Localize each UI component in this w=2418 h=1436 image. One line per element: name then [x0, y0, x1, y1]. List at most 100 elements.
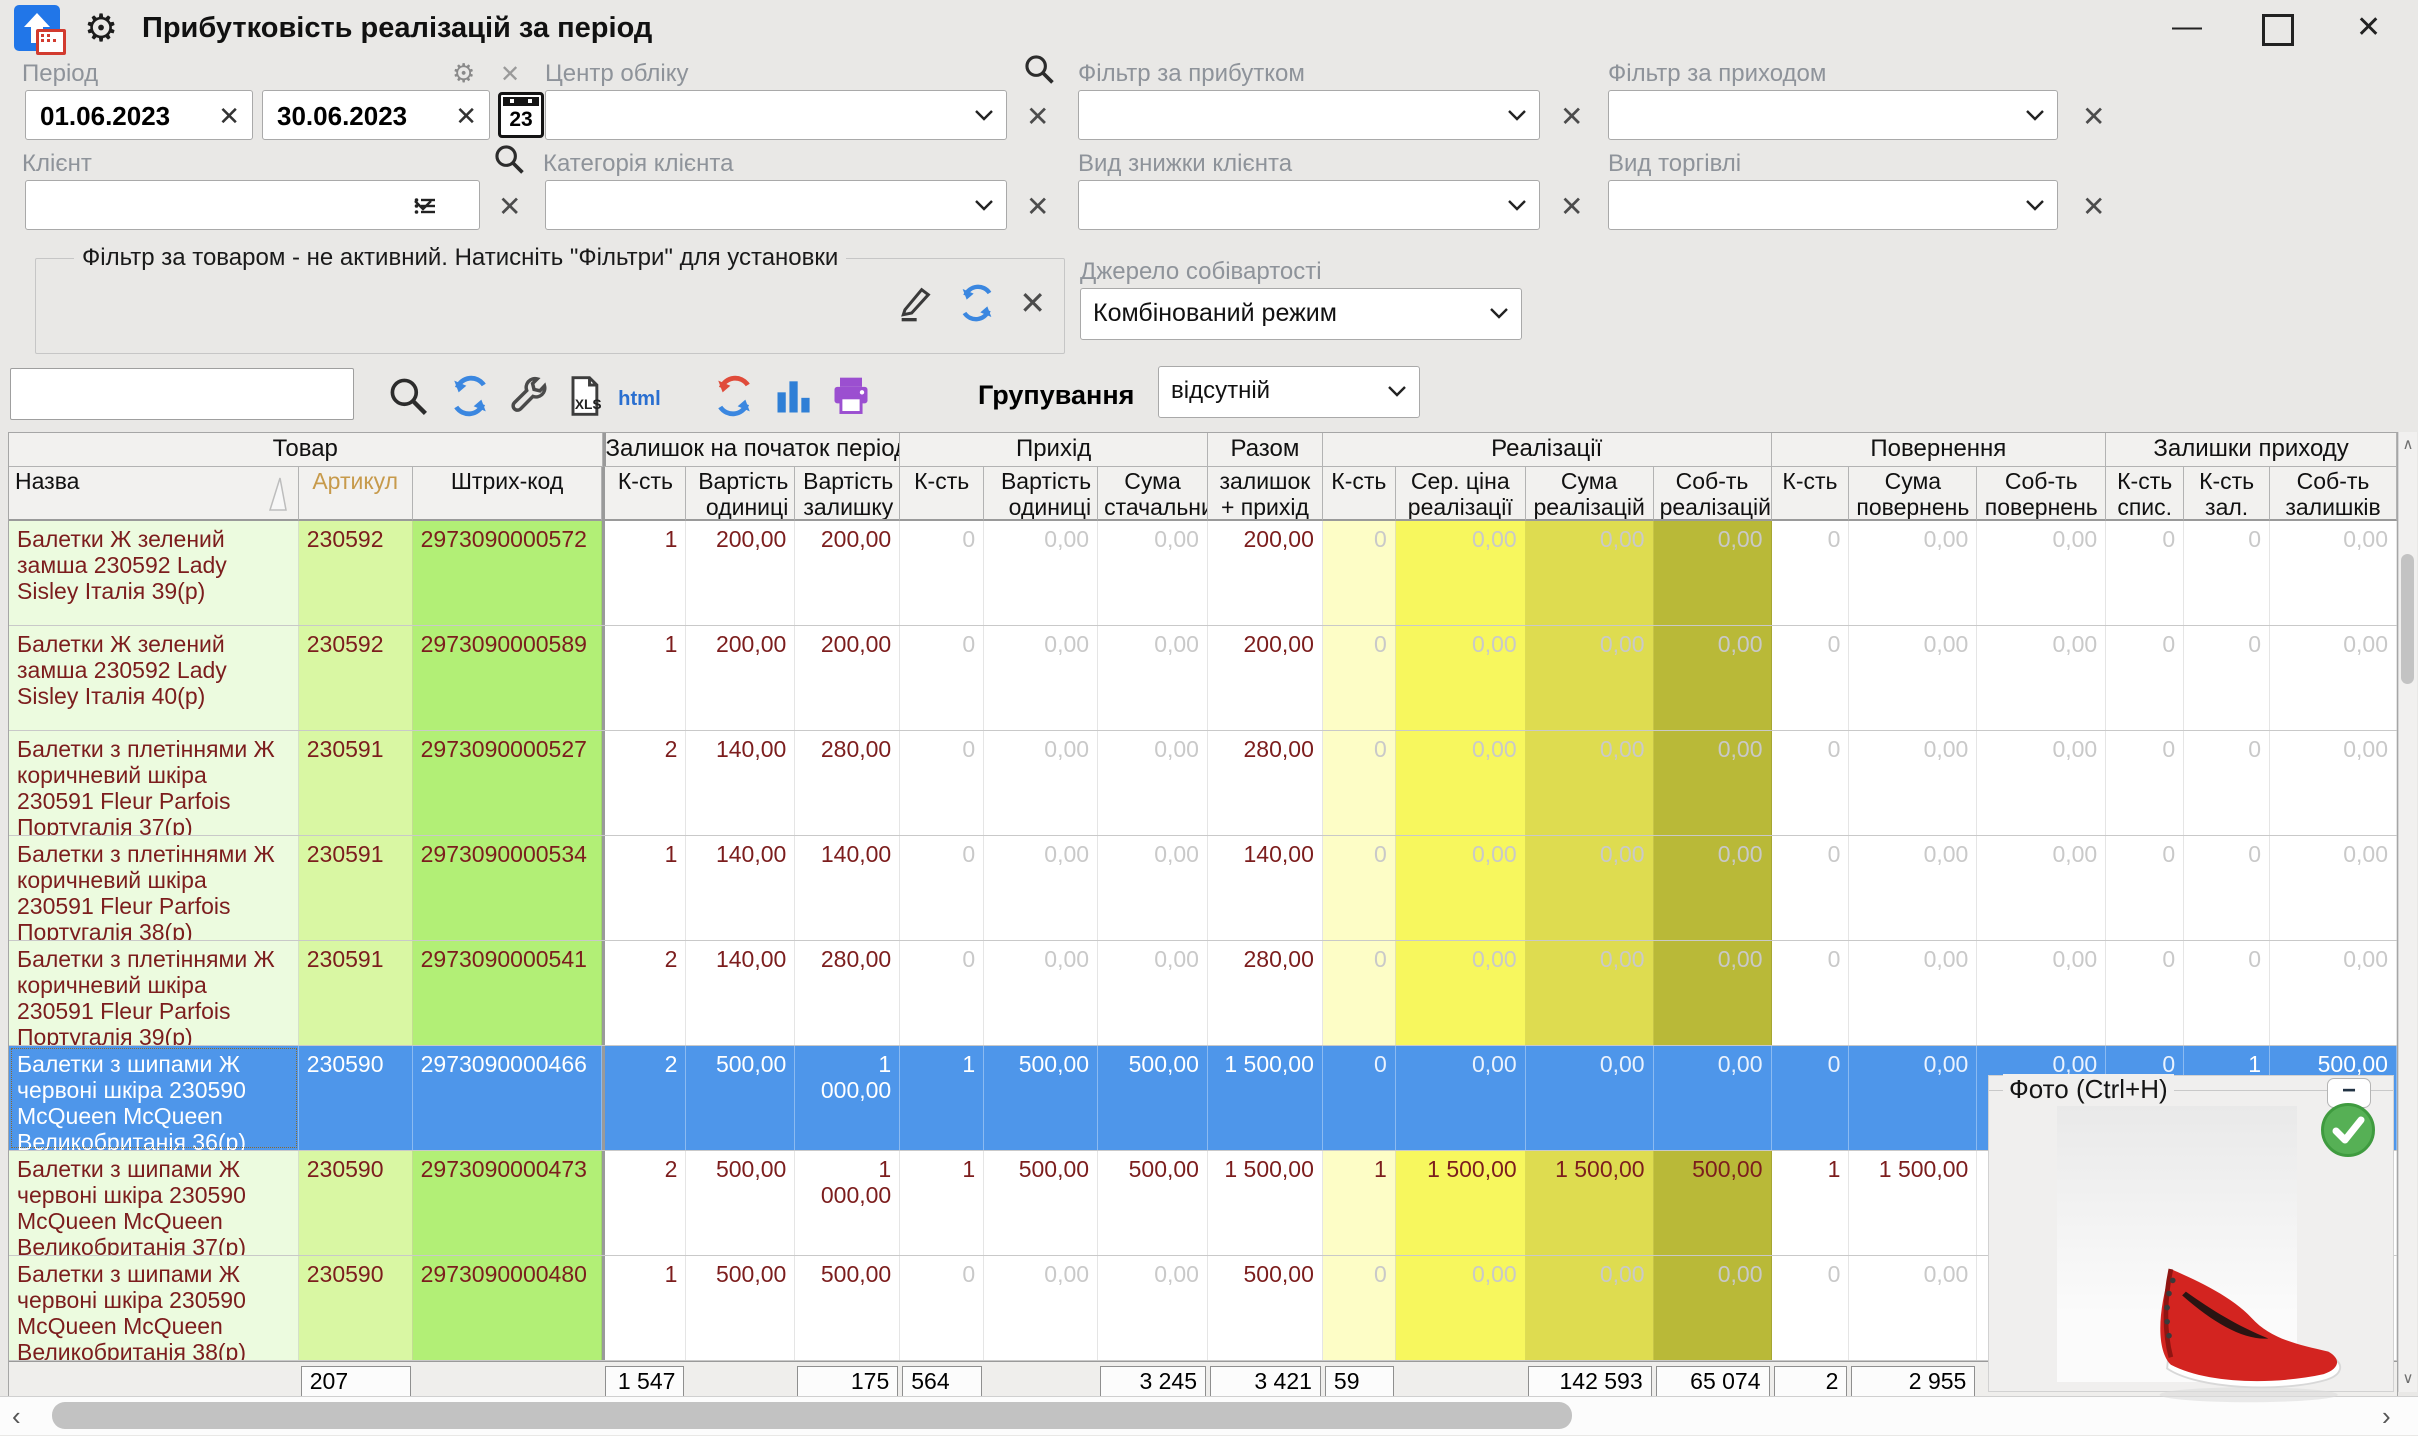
- table-cell[interactable]: 0,00: [984, 731, 1098, 835]
- date-to-clear-icon[interactable]: ✕: [455, 101, 477, 132]
- table-cell[interactable]: 0,00: [2270, 836, 2397, 940]
- table-cell[interactable]: 0: [1323, 731, 1396, 835]
- table-cell[interactable]: 0: [2184, 626, 2270, 730]
- table-cell[interactable]: 230591: [299, 836, 413, 940]
- table-cell[interactable]: 1: [900, 1151, 984, 1255]
- table-cell[interactable]: 0: [900, 521, 984, 625]
- table-cell[interactable]: 500,00: [686, 1151, 795, 1255]
- table-cell[interactable]: 1: [602, 1256, 686, 1360]
- table-cell[interactable]: 1: [602, 626, 686, 730]
- table-cell[interactable]: 0,00: [1654, 941, 1772, 1045]
- header-cell[interactable]: Вартість залишку: [795, 467, 900, 521]
- vertical-scroll-thumb[interactable]: [2401, 554, 2414, 684]
- table-cell[interactable]: 0,00: [1654, 731, 1772, 835]
- table-cell[interactable]: 0,00: [1977, 941, 2106, 1045]
- income-filter-combobox[interactable]: [1608, 90, 2058, 140]
- table-cell[interactable]: 1 500,00: [1396, 1151, 1526, 1255]
- table-cell[interactable]: 0,00: [1098, 626, 1208, 730]
- table-cell[interactable]: 0,00: [1654, 1256, 1772, 1360]
- header-cell[interactable]: Назва: [9, 467, 299, 521]
- table-cell[interactable]: 0: [2106, 941, 2184, 1045]
- table-cell[interactable]: 0,00: [2270, 521, 2397, 625]
- table-cell[interactable]: 200,00: [686, 626, 795, 730]
- table-cell[interactable]: 1: [1772, 1151, 1850, 1255]
- date-to-input[interactable]: 30.06.2023 ✕: [262, 90, 490, 140]
- html-export-icon[interactable]: html: [616, 374, 668, 418]
- header-cell[interactable]: Сер. ціна реалізації: [1396, 467, 1526, 521]
- table-cell[interactable]: 0,00: [984, 626, 1098, 730]
- header-group-cell[interactable]: Прихід: [900, 433, 1208, 467]
- table-cell[interactable]: 0,00: [1526, 941, 1654, 1045]
- search-icon[interactable]: [386, 374, 430, 418]
- table-cell[interactable]: 200,00: [686, 521, 795, 625]
- table-cell[interactable]: 2: [602, 1046, 686, 1150]
- header-group-cell[interactable]: Товар: [9, 433, 603, 467]
- table-cell[interactable]: 2: [602, 941, 686, 1045]
- period-gear-icon[interactable]: ⚙: [452, 58, 475, 89]
- date-from-clear-icon[interactable]: ✕: [218, 101, 240, 132]
- header-cell[interactable]: К-сть: [1772, 467, 1850, 521]
- table-cell[interactable]: 0,00: [1526, 626, 1654, 730]
- header-group-cell[interactable]: Залишок на початок періоду: [603, 433, 901, 467]
- table-cell[interactable]: 500,00: [1208, 1256, 1323, 1360]
- table-cell[interactable]: 280,00: [1208, 941, 1323, 1045]
- table-cell[interactable]: 1 000,00: [795, 1151, 900, 1255]
- header-group-cell[interactable]: Разом: [1208, 433, 1323, 467]
- table-cell[interactable]: 0,00: [984, 521, 1098, 625]
- table-cell[interactable]: Балетки з плетіннями Ж коричневий шкіра …: [9, 731, 299, 835]
- product-filter-clear-icon[interactable]: ✕: [1019, 284, 1046, 322]
- table-cell[interactable]: 230591: [299, 941, 413, 1045]
- table-cell[interactable]: Балетки Ж зелений замша 230592 Lady Sisl…: [9, 521, 299, 625]
- table-cell[interactable]: 230590: [299, 1046, 413, 1150]
- table-cell[interactable]: 0,00: [1396, 1256, 1526, 1360]
- table-cell[interactable]: 0: [900, 836, 984, 940]
- table-row[interactable]: Балетки Ж зелений замша 230592 Lady Sisl…: [9, 626, 2397, 731]
- table-cell[interactable]: 2973090000480: [413, 1256, 603, 1360]
- header-cell[interactable]: К-сть зал.: [2184, 467, 2270, 521]
- window-gear-icon[interactable]: ⚙: [84, 6, 118, 51]
- header-cell[interactable]: Соб-ть залишків: [2270, 467, 2397, 521]
- table-cell[interactable]: Балетки з плетіннями Ж коричневий шкіра …: [9, 836, 299, 940]
- confirm-check-icon[interactable]: [2321, 1103, 2375, 1157]
- table-cell[interactable]: 0,00: [984, 1256, 1098, 1360]
- table-cell[interactable]: 0,00: [1654, 521, 1772, 625]
- table-cell[interactable]: 0,00: [2270, 626, 2397, 730]
- table-cell[interactable]: 2973090000589: [413, 626, 603, 730]
- client-search-icon[interactable]: [492, 142, 526, 176]
- table-cell[interactable]: 0,00: [2270, 731, 2397, 835]
- profit-filter-combobox[interactable]: [1078, 90, 1540, 140]
- table-cell[interactable]: 500,00: [686, 1256, 795, 1360]
- table-cell[interactable]: 0,00: [1654, 836, 1772, 940]
- minimize-button[interactable]: —: [2172, 10, 2202, 44]
- table-cell[interactable]: 0,00: [1849, 941, 1977, 1045]
- table-row[interactable]: Балетки з плетіннями Ж коричневий шкіра …: [9, 941, 2397, 1046]
- sort-filter-icon[interactable]: [266, 477, 288, 511]
- table-cell[interactable]: 280,00: [795, 731, 900, 835]
- table-cell[interactable]: 0: [1772, 1046, 1850, 1150]
- center-search-icon[interactable]: [1022, 52, 1056, 86]
- scroll-right-icon[interactable]: ›: [2382, 1401, 2391, 1432]
- table-cell[interactable]: 0: [2184, 731, 2270, 835]
- table-cell[interactable]: 230591: [299, 731, 413, 835]
- table-cell[interactable]: 2973090000534: [413, 836, 603, 940]
- table-cell[interactable]: 0,00: [1654, 626, 1772, 730]
- table-cell[interactable]: 0,00: [1526, 1256, 1654, 1360]
- table-cell[interactable]: 230590: [299, 1151, 413, 1255]
- table-cell[interactable]: Балетки з шипами Ж червоні шкіра 230590 …: [9, 1256, 299, 1360]
- trade-type-combobox[interactable]: [1608, 180, 2058, 230]
- table-cell[interactable]: 0,00: [1977, 521, 2106, 625]
- table-cell[interactable]: 0,00: [1098, 521, 1208, 625]
- table-cell[interactable]: 230592: [299, 626, 413, 730]
- discount-type-combobox[interactable]: [1078, 180, 1540, 230]
- header-cell[interactable]: Штрих-код: [413, 467, 603, 521]
- table-cell[interactable]: 500,00: [984, 1046, 1098, 1150]
- header-cell[interactable]: К-сть: [1323, 467, 1396, 521]
- table-cell[interactable]: 0: [1323, 836, 1396, 940]
- header-cell[interactable]: Вартість одиниці: [686, 467, 795, 521]
- table-cell[interactable]: 0,00: [1098, 731, 1208, 835]
- table-cell[interactable]: 0,00: [2270, 941, 2397, 1045]
- discount-type-clear-icon[interactable]: ✕: [1560, 190, 1583, 223]
- client-combobox[interactable]: [25, 180, 480, 230]
- table-cell[interactable]: 1 500,00: [1208, 1151, 1323, 1255]
- table-cell[interactable]: 0: [1772, 941, 1850, 1045]
